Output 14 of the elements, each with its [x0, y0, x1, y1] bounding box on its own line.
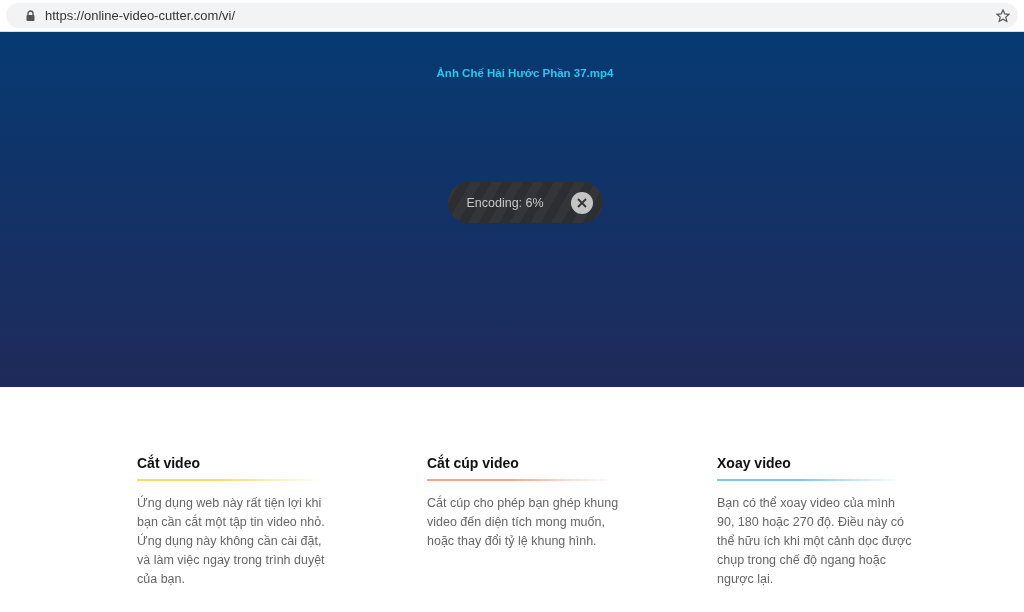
- url-text: https://online-video-cutter.com/vi/: [45, 8, 237, 23]
- close-icon: [576, 197, 587, 208]
- feature-description: Cắt cúp cho phép bạn ghép khung video đến diện tích mong muốn, hoặc thay đổi tỷ lệ khung hình.: [427, 494, 620, 550]
- cancel-button[interactable]: [570, 191, 593, 214]
- file-name: Ảnh Chế Hài Hước Phần 37.mp4: [436, 67, 614, 79]
- feature-title: Xoay video: [717, 455, 792, 473]
- address-field[interactable]: https://online-video-cutter.com/vi/: [6, 3, 1018, 28]
- feature-title: Cắt video: [137, 455, 201, 473]
- status-text: Encoding: 6%: [466, 195, 545, 210]
- feature-title: Cắt cúp video: [427, 455, 520, 473]
- feature-description: Ứng dụng web này rất tiện lợi khi bạn cần cắt một tập tin video nhỏ. Ứng dụng này không cần cài đặt, và làm việc ngay trong trình duyệt của bạn.: [137, 494, 326, 588]
- feature-description: Bạn có thể xoay video của mình 90, 180 hoặc 270 độ. Điều này có thể hữu ích khi một cảnh dọc được chụp trong chế độ ngang hoặc ngược lại.: [717, 495, 913, 588]
- lock-icon: [26, 10, 35, 21]
- star-icon[interactable]: [996, 8, 1010, 23]
